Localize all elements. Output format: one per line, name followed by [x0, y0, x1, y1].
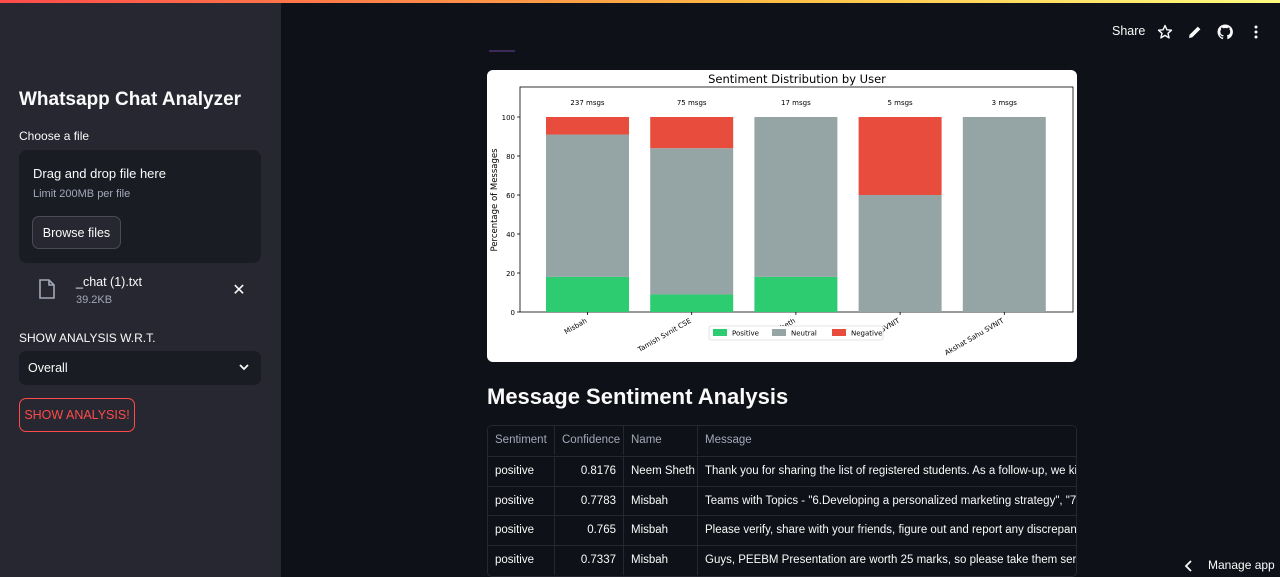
bar-neutral — [650, 148, 734, 295]
bar-neutral — [858, 195, 942, 312]
analysis-label: SHOW ANALYSIS W.R.T. — [19, 331, 156, 345]
analysis-select[interactable]: Overall — [19, 351, 261, 385]
bar-negative — [858, 117, 942, 195]
y-tick-label: 100 — [502, 114, 515, 122]
section-title: Message Sentiment Analysis — [487, 384, 789, 409]
y-tick-label: 60 — [506, 192, 515, 200]
x-tick-label: Misbah — [563, 317, 588, 336]
chart-svg: Sentiment Distribution by User Percentag… — [490, 72, 1074, 357]
sidebar: Whatsapp Chat Analyzer Choose a file Dra… — [0, 3, 281, 577]
y-tick-label: 0 — [511, 309, 515, 317]
table-cell-name: Neem Sheth — [623, 457, 697, 486]
y-tick-label: 20 — [506, 270, 515, 278]
bar-count-label: 5 msgs — [887, 99, 913, 107]
chart-title: Sentiment Distribution by User — [708, 72, 886, 86]
column-header-message[interactable]: Message — [697, 426, 1076, 455]
dropzone-limit: Limit 200MB per file — [33, 188, 131, 200]
y-tick-label: 80 — [506, 153, 515, 161]
bar-negative — [546, 117, 629, 135]
scrolled-heading-remnant — [489, 50, 515, 52]
app-title: Whatsapp Chat Analyzer — [19, 89, 242, 110]
bar-neutral — [546, 134, 629, 277]
x-tick-label: Tamish Svnit CSE — [636, 317, 693, 355]
table-cell-message: Thank you for sharing the list of regist… — [697, 457, 1076, 486]
manage-app-button[interactable]: Manage app — [1208, 558, 1275, 572]
bar-neutral — [754, 117, 838, 277]
file-name: _chat (1).txt — [76, 275, 142, 289]
bar-count-label: 17 msgs — [781, 99, 811, 107]
chevron-left-icon[interactable] — [1184, 560, 1194, 572]
column-header-sentiment[interactable]: Sentiment — [488, 426, 554, 455]
table-row[interactable]: positive 0.7783 Misbah Teams with Topics - … — [488, 485, 1076, 516]
more-vert-icon[interactable] — [1248, 24, 1264, 40]
table-cell-sentiment: positive — [495, 524, 534, 536]
pencil-icon[interactable] — [1187, 24, 1203, 40]
bar-positive — [754, 276, 838, 312]
table-row[interactable]: positive 0.765 Misbah Please verify, share … — [488, 515, 1076, 545]
x-tick-label: Akshat Sahu SVNIT — [943, 316, 1005, 357]
chevron-down-icon — [239, 364, 249, 371]
table-cell-name: Misbah — [623, 545, 697, 575]
bar-count-label: 237 msgs — [570, 99, 604, 107]
legend-swatch — [772, 329, 786, 336]
bar-positive — [650, 294, 734, 312]
column-header-confidence[interactable]: Confidence — [554, 426, 623, 455]
column-header-name[interactable]: Name — [623, 426, 697, 455]
close-icon[interactable]: ✕ — [231, 280, 247, 300]
show-analysis-button[interactable]: SHOW ANALYSIS! — [19, 398, 135, 432]
file-size: 39.2KB — [76, 294, 113, 306]
sentiment-chart: Sentiment Distribution by User Percentag… — [487, 70, 1077, 362]
table-row[interactable]: positive 0.7337 Misbah Guys, PEEBM Presenta… — [488, 544, 1076, 575]
browse-files-button[interactable]: Browse files — [32, 216, 121, 249]
choose-file-label: Choose a file — [19, 129, 90, 143]
table-cell-message: Please verify, share with your friends, … — [697, 516, 1076, 545]
table-cell-sentiment: positive — [495, 494, 534, 507]
bar-count-label: 3 msgs — [992, 99, 1018, 107]
legend-label: Positive — [732, 330, 759, 338]
file-icon — [39, 279, 55, 299]
table-cell-message: Teams with Topics - "6.Developing a pers… — [697, 486, 1076, 516]
analysis-select-value: Overall — [28, 361, 68, 375]
sentiment-table[interactable]: Sentiment Confidence Name Message positi… — [487, 425, 1077, 577]
table-cell-confidence: 0.8176 — [554, 457, 623, 486]
share-button[interactable]: Share — [1112, 24, 1145, 38]
bar-negative — [650, 117, 734, 149]
dropzone-title: Drag and drop file here — [33, 166, 166, 181]
y-axis-label: Percentage of Messages — [490, 148, 500, 252]
table-cell-name: Misbah — [623, 486, 697, 516]
bar-positive — [546, 276, 629, 312]
table-cell-confidence: 0.765 — [554, 516, 623, 545]
legend-swatch — [713, 329, 727, 336]
legend-label: Negative — [851, 330, 882, 338]
legend-label: Neutral — [791, 330, 817, 338]
legend-swatch — [832, 329, 846, 336]
table-cell-name: Misbah — [623, 516, 697, 545]
table-row[interactable]: positive 0.8176 Neem Sheth Thank you for sh… — [488, 456, 1076, 486]
table-cell-sentiment: positive — [495, 553, 534, 566]
bar-count-label: 75 msgs — [677, 99, 707, 107]
table-header: Sentiment Confidence Name Message — [488, 426, 1076, 455]
table-cell-message: Guys, PEEBM Presentation are worth 25 ma… — [697, 545, 1076, 575]
star-icon[interactable] — [1157, 24, 1173, 40]
file-dropzone[interactable]: Drag and drop file here Limit 200MB per … — [19, 150, 261, 263]
table-cell-confidence: 0.7783 — [554, 486, 623, 516]
table-cell-confidence: 0.7337 — [554, 545, 623, 575]
table-cell-sentiment: positive — [495, 465, 534, 477]
bar-neutral — [962, 117, 1046, 312]
github-icon[interactable] — [1217, 24, 1233, 40]
y-tick-label: 40 — [506, 231, 515, 239]
uploaded-file: _chat (1).txt 39.2KB ✕ — [19, 271, 261, 311]
